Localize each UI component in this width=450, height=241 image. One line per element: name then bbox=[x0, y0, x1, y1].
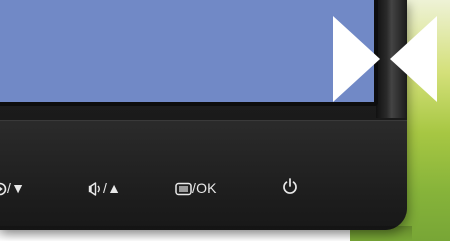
left-pointing-arrow bbox=[390, 16, 437, 102]
converging-arrows-icon bbox=[333, 16, 437, 102]
volume-up-button[interactable]: /▲ bbox=[88, 180, 121, 196]
speaker-icon bbox=[88, 182, 100, 196]
input-down-button[interactable]: /▼ bbox=[0, 180, 25, 196]
power-button[interactable] bbox=[282, 178, 298, 195]
menu-ok-button[interactable]: /OK bbox=[175, 180, 217, 196]
desk-shadow bbox=[0, 226, 412, 241]
screen-frame bbox=[0, 0, 378, 106]
input-select-icon bbox=[0, 182, 7, 196]
monitor-front-panel: /▼ /▲ /OK bbox=[0, 120, 407, 230]
volume-up-label: /▲ bbox=[103, 180, 122, 196]
menu-icon bbox=[175, 182, 192, 196]
monitor-photo: /▼ /▲ /OK bbox=[0, 0, 450, 241]
input-down-label: /▼ bbox=[7, 180, 26, 196]
monitor-screen bbox=[0, 0, 374, 102]
right-pointing-arrow bbox=[333, 16, 380, 102]
power-icon bbox=[283, 178, 297, 194]
menu-ok-label: /OK bbox=[192, 180, 217, 196]
